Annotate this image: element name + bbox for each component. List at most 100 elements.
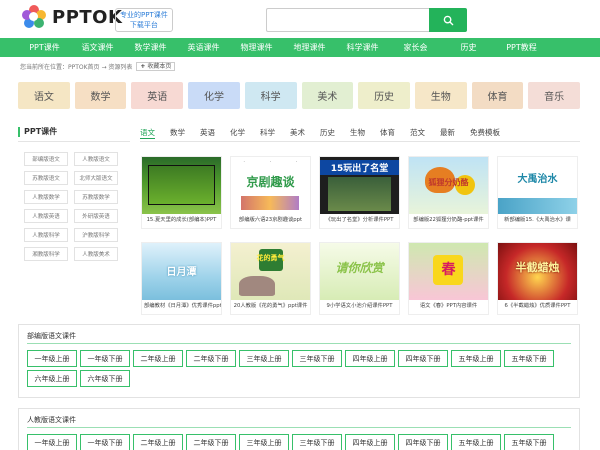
grade-button[interactable]: 二年级下册: [186, 434, 236, 450]
textbook-link[interactable]: 人教版英语: [24, 209, 68, 223]
tab-item[interactable]: 历史: [320, 127, 335, 139]
textbook-link[interactable]: 苏教版数学: [74, 190, 118, 204]
grade-button[interactable]: 四年级下册: [398, 350, 448, 367]
subject-tile[interactable]: 历史: [358, 82, 410, 109]
subject-tile[interactable]: 体育: [471, 82, 524, 109]
tab-item[interactable]: 数学: [170, 127, 185, 139]
tab-item[interactable]: 英语: [200, 127, 215, 139]
thumbnail-art-title: 京剧趣谈: [246, 175, 295, 189]
grade-button[interactable]: 四年级上册: [345, 350, 395, 367]
courseware-card[interactable]: 15.夏天里的成长(部编本)PPT: [141, 156, 222, 229]
textbook-link[interactable]: 苏教版语文: [24, 171, 68, 185]
grade-button[interactable]: 四年级下册: [398, 434, 448, 450]
subject-tile[interactable]: 美术: [301, 82, 354, 109]
grade-button[interactable]: 一年级下册: [80, 434, 130, 450]
courseware-caption: 15.夏天里的成长(部编本)PPT: [146, 217, 217, 223]
subject-tile[interactable]: 英语: [131, 82, 184, 109]
grade-button[interactable]: 三年级下册: [292, 434, 342, 450]
tab-item[interactable]: 范文: [410, 127, 425, 139]
textbook-link[interactable]: 外研版英语: [74, 209, 118, 223]
grade-button[interactable]: 四年级上册: [345, 434, 395, 450]
textbook-link[interactable]: 人教版语文: [74, 152, 118, 166]
textbook-link[interactable]: 湘教版科学: [24, 247, 68, 261]
grade-button[interactable]: 一年级上册: [27, 350, 77, 367]
tab-item[interactable]: 最新: [440, 127, 455, 139]
courseware-caption: 《玩出了名堂》分析课件PPT: [325, 217, 394, 223]
textbook-link[interactable]: 人教版科学: [24, 228, 68, 242]
section-bubian: 部编版语文课件 一年级上册 一年级下册 二年级上册 二年级下册 三年级上册 三年级下册 四年级…: [18, 324, 580, 398]
nav-item-science[interactable]: 科学课件: [336, 42, 389, 53]
grade-button[interactable]: 二年级上册: [133, 350, 183, 367]
tab-item[interactable]: 生物: [350, 127, 365, 139]
nav-item-tutorial[interactable]: PPT教程: [495, 42, 548, 53]
grade-button[interactable]: 三年级下册: [292, 350, 342, 367]
nav-item-english[interactable]: 英语课件: [177, 42, 230, 53]
textbook-link[interactable]: 人教版美术: [74, 247, 118, 261]
thumbnail-image: 春: [409, 243, 488, 300]
courseware-card[interactable]: 请你欣赏 9小学语文小池介绍课件PPT: [319, 242, 400, 315]
subject-tile[interactable]: 化学: [188, 82, 240, 109]
nav-item-ppt[interactable]: PPT课件: [18, 42, 71, 53]
tab-item[interactable]: 免费模板: [470, 127, 500, 139]
textbook-link[interactable]: 北师大版语文: [74, 171, 118, 185]
grade-list: 一年级上册 一年级下册 二年级上册 二年级下册 三年级上册 三年级下册 四年级上册 四年级下册…: [19, 428, 579, 450]
grade-button[interactable]: 二年级上册: [133, 434, 183, 450]
subject-tile[interactable]: 音乐: [528, 82, 581, 109]
subject-tile[interactable]: 科学: [244, 82, 297, 109]
thumbnail-art-title: 春: [441, 262, 456, 278]
tab-item[interactable]: 化学: [230, 127, 245, 139]
grade-button[interactable]: 二年级下册: [186, 350, 236, 367]
logo-text: PPTOK: [52, 6, 123, 28]
courseware-card[interactable]: 半截蜡烛 6《半截蜡烛》优质课件PPT: [497, 242, 578, 315]
grade-button[interactable]: 三年级上册: [239, 434, 289, 450]
nav-item-physics[interactable]: 物理课件: [230, 42, 283, 53]
tab-item[interactable]: 体育: [380, 127, 395, 139]
grade-button[interactable]: 五年级下册: [504, 350, 554, 367]
grade-button[interactable]: 六年级下册: [80, 370, 130, 387]
subject-tile[interactable]: 生物: [414, 82, 467, 109]
subject-tile[interactable]: 语文: [18, 82, 70, 109]
grade-button[interactable]: 六年级上册: [27, 370, 77, 387]
favorite-label: 收藏本页: [147, 63, 172, 70]
grade-button[interactable]: 一年级上册: [27, 434, 77, 450]
search-input[interactable]: [266, 8, 429, 32]
courseware-card[interactable]: 春语文《春》PPT内容课件: [408, 242, 489, 315]
search-button[interactable]: [429, 8, 467, 32]
grade-button[interactable]: 一年级下册: [80, 350, 130, 367]
nav-item-chinese[interactable]: 语文课件: [71, 42, 124, 53]
textbook-link[interactable]: 人教版数学: [24, 190, 68, 204]
textbook-link[interactable]: 部编版语文: [24, 152, 68, 166]
logo[interactable]: PPTOK: [22, 5, 122, 29]
nav-item-math[interactable]: 数学课件: [124, 42, 177, 53]
courseware-card[interactable]: · · · 京剧趣谈 部编版六语23京剧趣谈ppt: [230, 156, 311, 229]
courseware-card[interactable]: 日月潭 部编教材《日月潭》优秀课件ppt: [141, 242, 222, 315]
courseware-grid: 15.夏天里的成长(部编本)PPT · · · 京剧趣谈 部编版六语23京剧趣谈ppt 15…: [141, 156, 579, 315]
courseware-card[interactable]: 狐狸分奶酪 部编版22狐狸分奶酪-ppt课件: [408, 156, 489, 229]
header: PPTOK 专业的PPT课件 下载平台: [0, 0, 600, 38]
thumbnail-image: 15玩出了名堂: [320, 157, 399, 214]
tab-item[interactable]: 语文: [140, 127, 155, 139]
courseware-card[interactable]: 15玩出了名堂《玩出了名堂》分析课件PPT: [319, 156, 400, 229]
courseware-card[interactable]: 大禹治水 新部编版15.《大禹治水》课: [497, 156, 578, 229]
tab-item[interactable]: 科学: [260, 127, 275, 139]
thumbnail-art-title: 15玩出了名堂: [320, 160, 399, 175]
nav-item-history[interactable]: 历史: [442, 42, 495, 53]
thumbnail-art-title: 请你欣赏: [335, 261, 384, 275]
grade-button[interactable]: 五年级上册: [451, 350, 501, 367]
grade-list: 一年级上册 一年级下册 二年级上册 二年级下册 三年级上册 三年级下册 四年级上册 四年级下册…: [19, 344, 579, 387]
courseware-caption: 20人教版《花的勇气》ppt课件: [233, 303, 308, 309]
thumbnail-art-title: 大禹治水: [517, 174, 558, 185]
grade-button[interactable]: 三年级上册: [239, 350, 289, 367]
tab-item[interactable]: 美术: [290, 127, 305, 139]
grade-button[interactable]: 五年级上册: [451, 434, 501, 450]
grade-button[interactable]: 五年级下册: [504, 434, 554, 450]
logo-flower-icon: [22, 5, 46, 29]
textbook-link[interactable]: 沪教版科学: [74, 228, 118, 242]
nav-item-geography[interactable]: 地理课件: [283, 42, 336, 53]
nav-item-parents[interactable]: 家长会: [389, 42, 442, 53]
subject-tile[interactable]: 数学: [74, 82, 127, 109]
courseware-card[interactable]: 花的勇气 20人教版《花的勇气》ppt课件: [230, 242, 311, 315]
favorite-button[interactable]: + 收藏本页: [136, 62, 176, 71]
courseware-caption: 部编版22狐狸分奶酪-ppt课件: [413, 217, 484, 223]
search-icon: [443, 15, 453, 25]
